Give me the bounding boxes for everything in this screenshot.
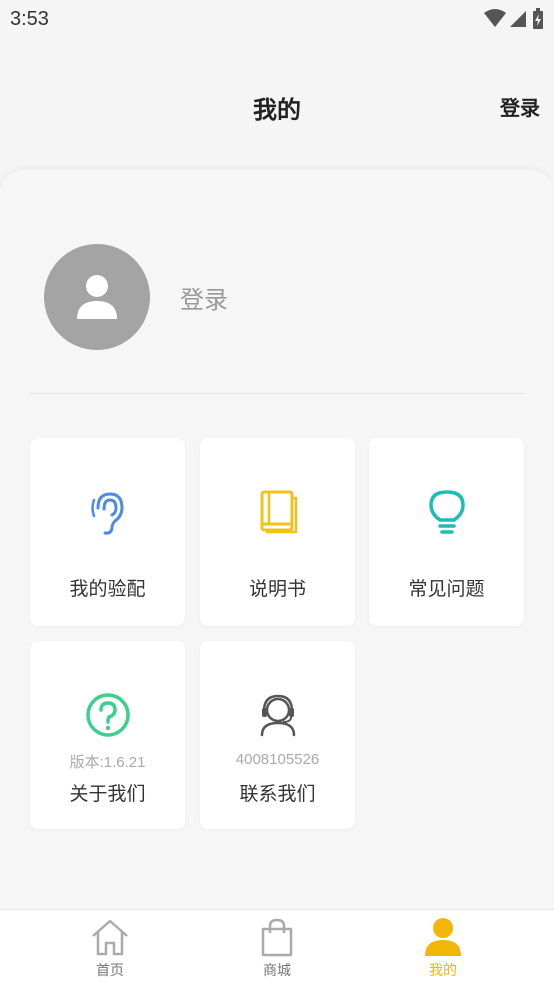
question-icon <box>85 693 130 737</box>
status-icons <box>484 8 544 30</box>
tile-contact-us[interactable]: 4008105526 联系我们 <box>200 641 355 829</box>
nav-item-mine[interactable]: 我的 <box>383 910 503 984</box>
battery-icon <box>533 8 543 29</box>
shopping-bag-icon <box>261 918 293 957</box>
nav-item-mall[interactable]: 商城 <box>217 910 337 984</box>
tile-label: 常见问题 <box>408 578 485 600</box>
home-icon <box>92 919 128 956</box>
profile-login-link[interactable]: 登录 <box>180 280 228 315</box>
tile-label: 我的验配 <box>69 578 146 600</box>
tile-manual[interactable]: 说明书 <box>200 438 355 626</box>
book-icon <box>260 490 297 534</box>
tile-label: 说明书 <box>248 578 306 600</box>
tile-label: 关于我们 <box>69 783 146 805</box>
header-login-button[interactable]: 登录 <box>500 92 540 121</box>
profile-row[interactable]: 登录 <box>44 244 228 350</box>
signal-icon <box>510 11 526 27</box>
status-time: 3:53 <box>10 7 49 30</box>
profile-card: 登录 我的验配 说明书 常见问题 版本:1.6.21 关于我们 40081055… <box>0 170 554 910</box>
page-title: 我的 <box>253 96 301 124</box>
avatar[interactable] <box>44 244 150 350</box>
headset-icon <box>260 694 295 737</box>
status-bar: 3:53 <box>0 0 554 38</box>
nav-label: 首页 <box>96 963 124 979</box>
tile-about-us[interactable]: 版本:1.6.21 关于我们 <box>30 641 185 829</box>
lightbulb-icon <box>428 490 465 534</box>
ear-icon <box>90 492 124 535</box>
tile-label: 联系我们 <box>239 783 316 805</box>
nav-item-home[interactable]: 首页 <box>50 910 170 984</box>
bottom-nav: 首页 商城 我的 <box>0 909 554 984</box>
nav-label: 我的 <box>429 963 457 979</box>
divider <box>30 393 524 394</box>
user-icon <box>425 918 461 956</box>
nav-label: 商城 <box>263 963 291 979</box>
user-avatar-icon <box>77 275 117 319</box>
tile-my-fitting[interactable]: 我的验配 <box>30 438 185 626</box>
phone-number-text: 4008105526 <box>235 751 320 768</box>
version-text: 版本:1.6.21 <box>69 754 146 771</box>
header: 我的 登录 <box>0 80 554 136</box>
tile-faq[interactable]: 常见问题 <box>369 438 524 626</box>
wifi-icon <box>484 9 506 27</box>
